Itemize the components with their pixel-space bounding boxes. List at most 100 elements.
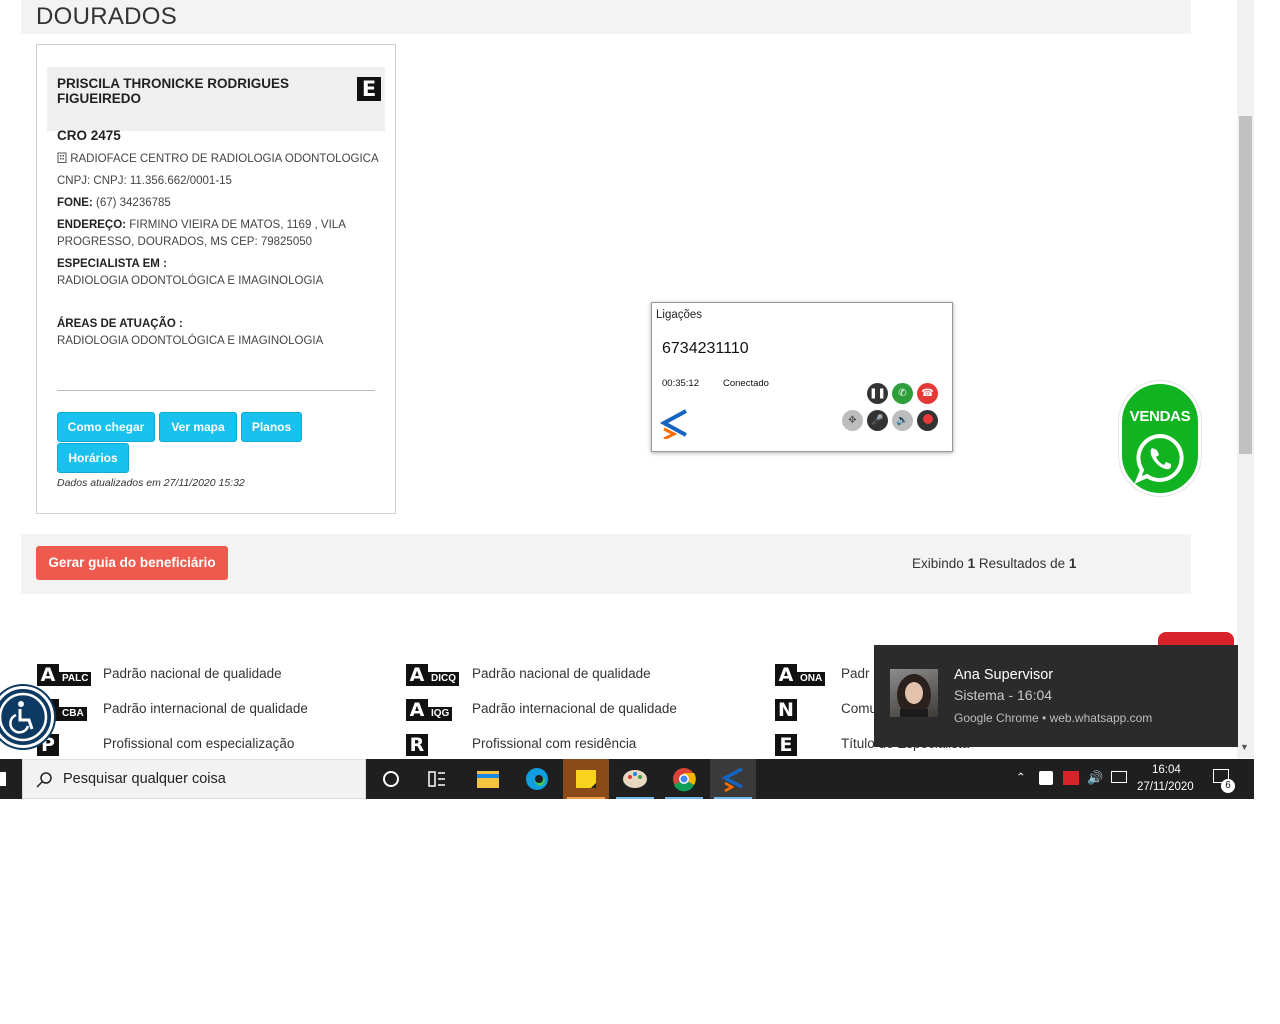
transfer-icon[interactable]: ✥ <box>842 410 863 431</box>
phone-label: FONE: <box>57 197 93 209</box>
legend-text-n: Comu <box>841 701 878 716</box>
dicq-sub: DICQ <box>428 672 459 686</box>
ona-letter: A <box>775 664 797 686</box>
phone-value: (67) 34236785 <box>95 197 171 209</box>
file-explorer-icon[interactable] <box>465 759 511 799</box>
generate-guide-button[interactable]: Gerar guia do beneficiário <box>36 546 228 580</box>
dentist-card: PRISCILA THRONICKE RODRIGUES FIGUEIREDO … <box>36 44 396 514</box>
specialist-value: RADIOLOGIA ODONTOLÓGICA E IMAGINOLOGIA <box>57 275 324 287</box>
ona-sub: ONA <box>797 672 826 686</box>
paint-icon[interactable] <box>612 759 658 799</box>
sticky-notes-icon[interactable] <box>563 759 609 799</box>
dicq-letter: A <box>406 664 428 686</box>
notification-toast[interactable]: Ana Supervisor Sistema - 16:04 Google Ch… <box>874 645 1238 747</box>
areas-line: ÁREAS DE ATUAÇÃO : RADIOLOGIA ODONTOLÓGI… <box>57 316 323 350</box>
screen: DOURADOS PRISCILA THRONICKE RODRIGUES FI… <box>0 0 1280 1024</box>
legend-text-iqg: Padrão internacional de qualidade <box>472 701 677 716</box>
softphone-app-icon[interactable] <box>710 759 756 799</box>
call-number: 6734231110 <box>662 340 749 357</box>
specialist-badge-icon: E <box>357 77 381 101</box>
hours-button[interactable]: Horários <box>57 443 129 473</box>
taskbar-search[interactable]: Pesquisar qualquer coisa <box>22 759 366 799</box>
address-label: ENDEREÇO: <box>57 219 127 231</box>
legend-text-cba: Padrão internacional de qualidade <box>103 701 308 716</box>
page-scrollbar[interactable]: ▼ <box>1237 0 1254 758</box>
address-value-2: PROGRESSO, DOURADOS, MS CEP: 79825050 <box>57 236 313 248</box>
notification-count-badge: 6 <box>1221 779 1235 793</box>
specialist-label: ESPECIALISTA EM : <box>57 258 167 270</box>
defender-icon[interactable] <box>1039 771 1053 785</box>
edge-browser-icon[interactable] <box>514 759 560 799</box>
results-prefix: Exibindo <box>912 556 964 571</box>
results-count: 1 <box>967 556 976 571</box>
contact-avatar <box>890 669 938 717</box>
volume-tray-icon[interactable]: 🔊 <box>1087 770 1103 786</box>
vendas-label: VENDAS <box>1129 408 1191 425</box>
dentist-cro: CRO 2475 <box>57 128 121 143</box>
areas-label: ÁREAS DE ATUAÇÃO : <box>57 318 183 330</box>
dentist-card-header: PRISCILA THRONICKE RODRIGUES FIGUEIREDO … <box>47 67 385 143</box>
clinic-icon <box>57 152 67 163</box>
e-letter: E <box>775 734 797 756</box>
address-value-1: FIRMINO VIEIRA DE MATOS, 1169 , VILA <box>129 219 346 231</box>
legend-text-ona: Padr <box>841 666 870 681</box>
legend-text-p: Profissional com especialização <box>103 736 295 751</box>
results-summary: Exibindo 1 Resultados de 1 <box>912 556 1076 571</box>
hangup-icon[interactable]: ☎ <box>917 383 938 404</box>
iqg-letter: A <box>406 699 428 721</box>
city-header: DOURADOS <box>21 0 1191 34</box>
directions-button[interactable]: Como chegar <box>57 412 155 442</box>
legend-text-palc: Padrão nacional de qualidade <box>103 666 282 681</box>
avatar-photo <box>897 674 931 717</box>
chrome-icon[interactable] <box>661 759 707 799</box>
wheelchair-icon <box>0 692 48 742</box>
results-bar: Gerar guia do beneficiário Exibindo 1 Re… <box>21 534 1191 594</box>
scroll-down-arrow-icon[interactable]: ▼ <box>1240 742 1249 752</box>
network-icon[interactable] <box>1111 771 1127 783</box>
specialist-line: ESPECIALISTA EM : RADIOLOGIA ODONTOLÓGIC… <box>57 256 323 290</box>
task-view-icon[interactable] <box>414 759 460 799</box>
plans-button[interactable]: Planos <box>241 412 302 442</box>
city-title: DOURADOS <box>36 3 178 30</box>
notification-title: Ana Supervisor <box>954 667 1054 683</box>
call-duration: 00:35:12 <box>662 378 699 389</box>
browser-page: DOURADOS PRISCILA THRONICKE RODRIGUES FI… <box>0 0 1254 758</box>
scrollbar-thumb[interactable] <box>1239 116 1252 454</box>
tray-chevron-icon[interactable]: ⌃ <box>1016 770 1026 784</box>
record-icon[interactable] <box>917 410 938 431</box>
mute-icon[interactable]: 🎤 <box>867 410 888 431</box>
r-letter: R <box>406 734 428 756</box>
legend-text-dicq: Padrão nacional de qualidade <box>472 666 651 681</box>
results-total: 1 <box>1068 556 1077 571</box>
clinic-name: RADIOFACE CENTRO DE RADIOLOGIA ODONTOLOG… <box>70 153 379 165</box>
notification-subtitle: Sistema - 16:04 <box>954 687 1053 703</box>
iqg-sub: IQG <box>428 707 453 721</box>
n-letter: N <box>775 699 797 721</box>
windows-taskbar: Pesquisar qualquer coisa ⌃ 🔊 16:04 27/11… <box>0 759 1254 799</box>
palc-letter: A <box>37 664 59 686</box>
clock-date[interactable]: 27/11/2020 <box>1137 781 1194 793</box>
notification-source: Google Chrome • web.whatsapp.com <box>954 711 1153 725</box>
app-logo-icon <box>660 409 687 439</box>
areas-value: RADIOLOGIA ODONTOLÓGICA E IMAGINOLOGIA <box>57 335 324 347</box>
pause-icon[interactable]: ❚❚ <box>867 383 888 404</box>
app-tray-icon[interactable] <box>1063 771 1079 785</box>
clinic-line: RADIOFACE CENTRO DE RADIOLOGIA ODONTOLOG… <box>57 151 379 168</box>
call-widget[interactable]: Ligações 6734231110 00:35:12 Conectado ❚… <box>651 302 953 452</box>
volume-icon[interactable]: 🔊 <box>892 410 913 431</box>
clock-time[interactable]: 16:04 <box>1152 764 1181 776</box>
search-icon <box>36 772 52 788</box>
answer-call-icon[interactable]: ✆ <box>892 383 913 404</box>
search-placeholder: Pesquisar qualquer coisa <box>63 771 226 787</box>
start-button-icon[interactable] <box>0 772 6 786</box>
call-widget-title: Ligações <box>656 309 703 321</box>
address-line: ENDEREÇO: FIRMINO VIEIRA DE MATOS, 1169 … <box>57 217 346 251</box>
accessibility-button[interactable] <box>0 686 54 748</box>
whatsapp-icon <box>1134 433 1184 484</box>
vendas-whatsapp-button[interactable]: VENDAS <box>1119 381 1201 496</box>
cortana-icon[interactable] <box>368 759 414 799</box>
view-map-button[interactable]: Ver mapa <box>159 412 237 442</box>
legend-text-r: Profissional com residência <box>472 736 637 751</box>
call-status: Conectado <box>723 378 769 389</box>
results-middle: Resultados de <box>978 556 1066 571</box>
